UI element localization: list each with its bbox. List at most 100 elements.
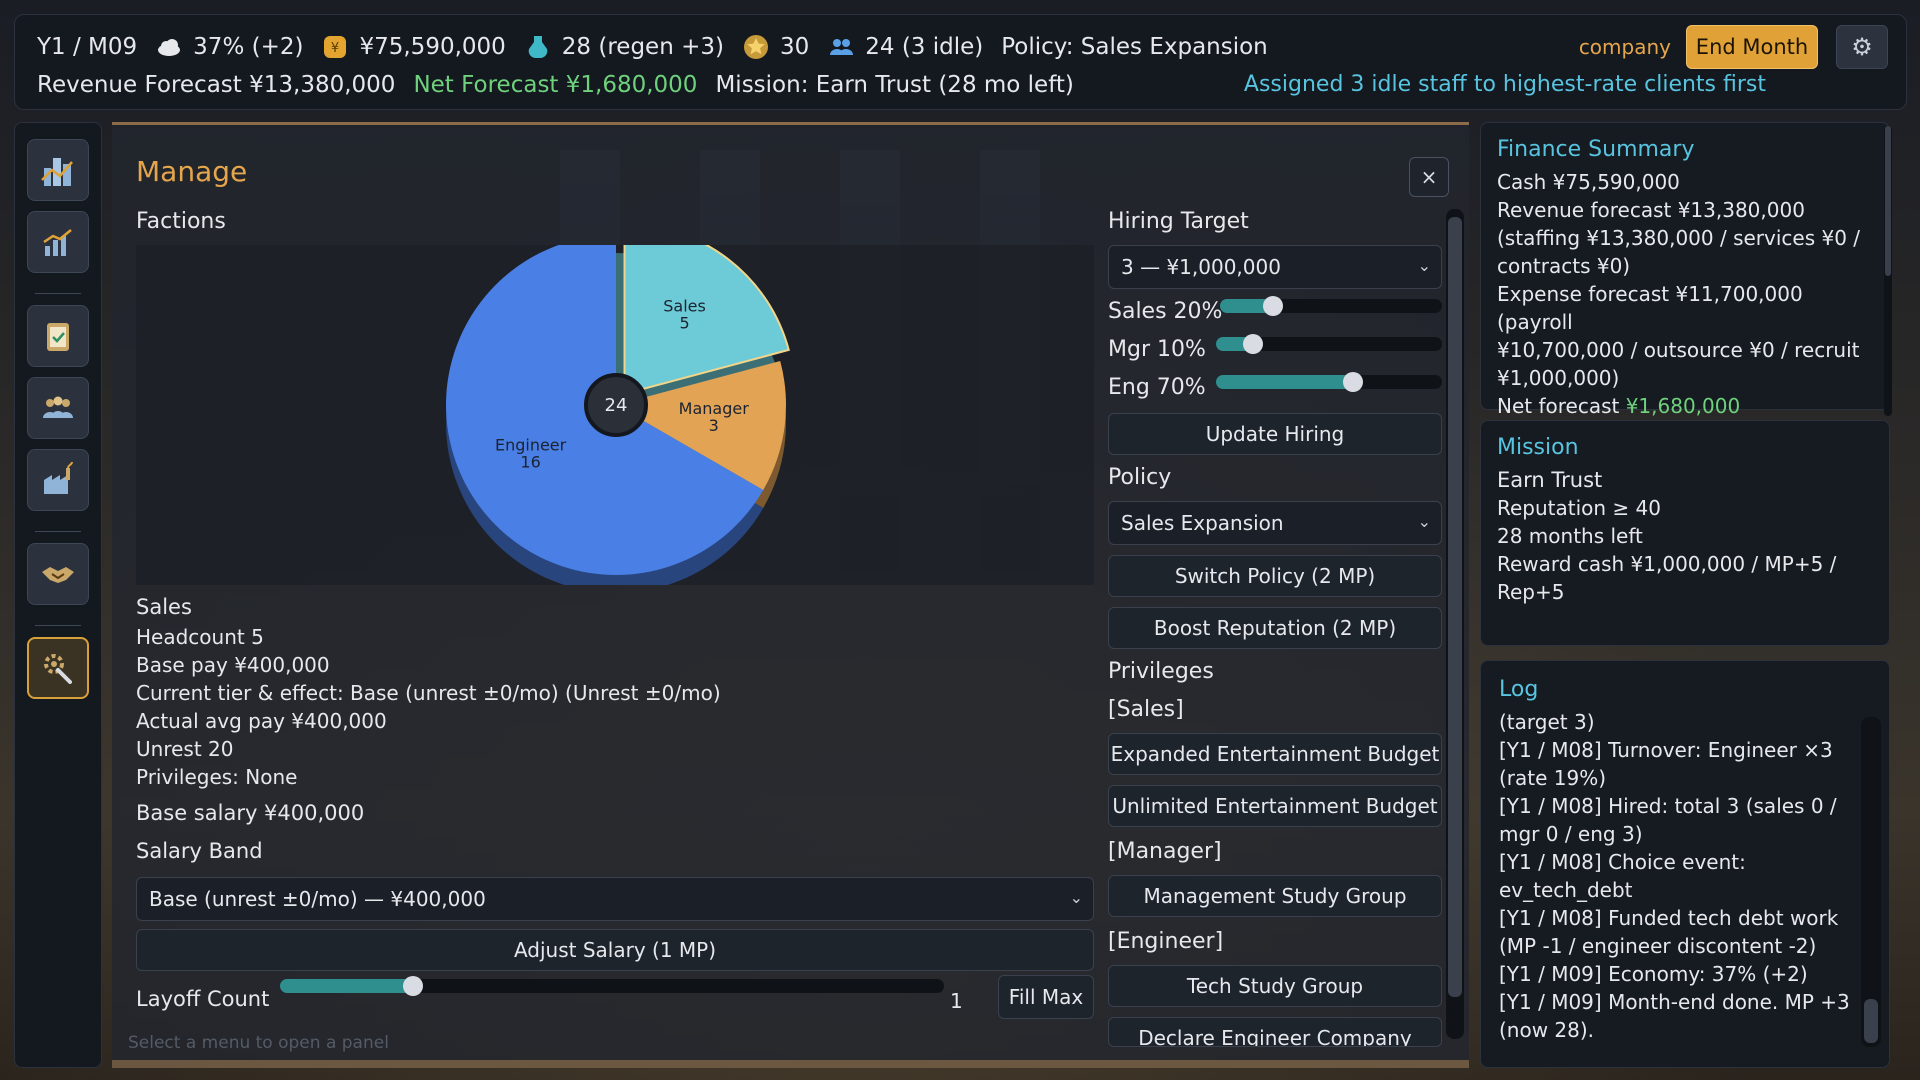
policy-label: Policy [1108, 465, 1172, 490]
log-title: Log [1499, 677, 1539, 702]
priv-expanded-entertainment-button[interactable]: Expanded Entertainment Budget [1108, 733, 1442, 775]
slider-thumb[interactable] [402, 976, 423, 996]
team-icon [43, 396, 73, 418]
scrollbar-thumb[interactable] [1885, 126, 1891, 276]
update-hiring-button[interactable]: Update Hiring [1108, 413, 1442, 455]
net-forecast-value: ¥1,680,000 [1625, 394, 1741, 418]
panel-scrollbar[interactable] [1446, 209, 1464, 1039]
slider-fill [1216, 375, 1354, 389]
log-entry: mgr 0 / eng 3) [1499, 822, 1643, 846]
panel-title: Manage [136, 155, 248, 188]
log-entry: (target 3) [1499, 710, 1595, 734]
staff-value: 24 (3 idle) [865, 34, 984, 60]
slider-fill [280, 979, 413, 993]
finance-revenue: Revenue forecast ¥13,380,000 [1497, 198, 1805, 222]
handshake-icon [42, 567, 74, 583]
sidebar-item-city[interactable] [27, 139, 89, 201]
sidebar [14, 122, 102, 1068]
finance-revenue-detail2: contracts ¥0) [1497, 254, 1631, 278]
priv-unlimited-entertainment-button[interactable]: Unlimited Entertainment Budget [1108, 785, 1442, 827]
adjust-salary-button[interactable]: Adjust Salary (1 MP) [136, 929, 1094, 971]
boost-reputation-button[interactable]: Boost Reputation (2 MP) [1108, 607, 1442, 649]
scrollbar-thumb[interactable] [1864, 999, 1878, 1043]
staff-icon [827, 33, 855, 61]
finance-cash: Cash ¥75,590,000 [1497, 170, 1680, 194]
factory-icon [44, 461, 73, 494]
engineer-ratio-label: Eng 70% [1108, 375, 1206, 400]
salary-band-select[interactable]: Base (unrest ±0/mo) — ¥400,000 ⌄ [136, 877, 1094, 921]
mp-potion-icon [524, 33, 552, 61]
right-scrollbar[interactable] [1884, 126, 1892, 416]
fill-max-button[interactable]: Fill Max [998, 975, 1094, 1019]
revenue-forecast: Revenue Forecast ¥13,380,000 [37, 72, 396, 98]
clipboard-icon [47, 323, 69, 351]
engineer-ratio-slider[interactable] [1216, 372, 1442, 392]
net-forecast-label: Net forecast [1497, 394, 1620, 418]
log-entry: (now 28). [1499, 1018, 1595, 1042]
mission-panel: Mission Earn Trust Reputation ≥ 40 28 mo… [1480, 420, 1890, 646]
hint-text: Select a menu to open a panel [128, 1033, 389, 1053]
sidebar-item-deals[interactable] [27, 543, 89, 605]
log-entry: (rate 19%) [1499, 766, 1607, 790]
mission-title: Mission [1497, 435, 1579, 460]
cash-value: ¥75,590,000 [359, 34, 506, 60]
mission-reward: Reward cash ¥1,000,000 / MP+5 / [1497, 552, 1837, 576]
scrollbar-thumb[interactable] [1448, 217, 1462, 997]
faction-avg-pay: Actual avg pay ¥400,000 [136, 709, 387, 733]
chevron-down-icon: ⌄ [1417, 512, 1431, 531]
hiring-target-value: 3 — ¥1,000,000 [1121, 255, 1281, 279]
slider-thumb[interactable] [1262, 296, 1283, 316]
cloud-icon [155, 33, 183, 61]
mission-reward-cont: Rep+5 [1497, 580, 1565, 604]
sidebar-item-growth[interactable] [27, 211, 89, 273]
hiring-target-select[interactable]: 3 — ¥1,000,000 ⌄ [1108, 245, 1442, 289]
panel-bottom-border [112, 1060, 1469, 1068]
wrench-gear-icon [44, 654, 72, 684]
sales-ratio-label: Sales 20% [1108, 299, 1223, 324]
log-entry: [Y1 / M08] Turnover: Engineer ×3 [1499, 738, 1833, 762]
priv-management-study-button[interactable]: Management Study Group [1108, 875, 1442, 917]
mission-name: Earn Trust [1497, 468, 1603, 492]
priv-declare-engineer-button[interactable]: Declare Engineer Company [1108, 1017, 1442, 1047]
finance-revenue-detail: (staffing ¥13,380,000 / services ¥0 / [1497, 226, 1861, 250]
settings-button[interactable]: ⚙ [1836, 25, 1888, 69]
sidebar-item-manage[interactable] [27, 637, 89, 699]
layoff-count-slider[interactable] [280, 976, 944, 996]
sidebar-item-tasks[interactable] [27, 305, 89, 367]
log-scrollbar[interactable] [1861, 717, 1881, 1047]
close-button[interactable]: × [1409, 157, 1449, 197]
factions-label: Factions [136, 209, 226, 234]
pie-total: 24 [605, 395, 628, 416]
coin-icon: ¥ [321, 33, 349, 61]
log-entry: [Y1 / M08] Choice event: [1499, 850, 1746, 874]
switch-policy-button[interactable]: Switch Policy (2 MP) [1108, 555, 1442, 597]
log-list: (target 3) [Y1 / M08] Turnover: Engineer … [1499, 708, 1871, 1044]
slider-thumb[interactable] [1343, 372, 1364, 392]
faction-unrest: Unrest 20 [136, 737, 234, 761]
company-label[interactable]: company [1579, 35, 1671, 59]
economy-value: 37% (+2) [193, 34, 304, 60]
faction-privileges: Privileges: None [136, 765, 298, 789]
close-icon: × [1420, 165, 1438, 189]
sales-ratio-slider[interactable] [1220, 296, 1442, 316]
finance-title: Finance Summary [1497, 137, 1695, 162]
faction-base-pay: Base pay ¥400,000 [136, 653, 330, 677]
mission-requirement: Reputation ≥ 40 [1497, 496, 1662, 520]
sidebar-item-team[interactable] [27, 377, 89, 439]
growth-chart-icon [43, 229, 72, 256]
manager-ratio-slider[interactable] [1216, 334, 1442, 354]
factions-chart: Sales 5 Manager 3 Engineer 16 24 [136, 222, 1094, 593]
policy-select[interactable]: Sales Expansion ⌄ [1108, 501, 1442, 545]
priv-tech-study-button[interactable]: Tech Study Group [1108, 965, 1442, 1007]
faction-pie-chart: Sales5Manager3Engineer1624 [446, 222, 790, 593]
status-message: Assigned 3 idle staff to highest-rate cl… [1243, 72, 1766, 97]
salary-band-value: Base (unrest ±0/mo) — ¥400,000 [149, 887, 486, 911]
layoff-count-label: Layoff Count [136, 987, 270, 1011]
faction-name: Sales [136, 595, 192, 619]
end-month-button[interactable]: End Month [1686, 25, 1818, 69]
sidebar-item-facility[interactable] [27, 449, 89, 511]
priv-manager-label: [Manager] [1108, 839, 1222, 864]
slider-thumb[interactable] [1242, 334, 1263, 354]
finance-expense3: ¥1,000,000) [1497, 366, 1620, 390]
finance-expense2: ¥10,700,000 / outsource ¥0 / recruit [1497, 338, 1860, 362]
